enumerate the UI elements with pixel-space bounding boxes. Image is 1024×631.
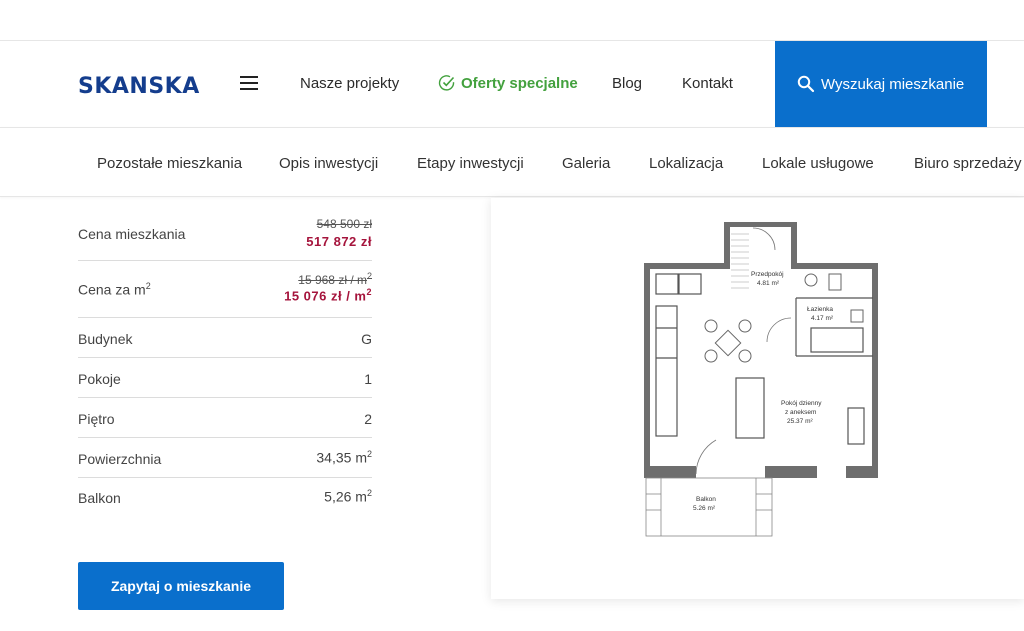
area-row: Powierzchnia 34,35 m2 (78, 438, 372, 478)
nav-blog[interactable]: Blog (612, 75, 642, 92)
apartment-details-table: Cena mieszkania 548 500 zł 517 872 zł Ce… (78, 204, 372, 518)
room-label-hall: Przedpokój (751, 271, 784, 278)
subnav-lokale-uslugowe[interactable]: Lokale usługowe (762, 155, 874, 172)
room-label-balcony: Balkon (696, 496, 716, 503)
price-m2-old: 15 968 zł / m2 (298, 271, 372, 287)
building-row: Budynek G (78, 318, 372, 358)
floorplan-card: Przedpokój 4.81 m² Łazienka 4.17 m² Pokó… (491, 198, 1024, 599)
skanska-logo[interactable]: SKANSKA (78, 74, 200, 99)
rooms-row: Pokoje 1 (78, 358, 372, 398)
ask-about-apartment-button[interactable]: Zapytaj o mieszkanie (78, 562, 284, 610)
nav-kontakt[interactable]: Kontakt (682, 75, 733, 92)
nav-oferty-specjalne[interactable]: Oferty specjalne (461, 75, 578, 92)
room-label-living-2: z aneksem (785, 409, 816, 416)
subnav-galeria[interactable]: Galeria (562, 155, 610, 172)
check-circle-icon (438, 75, 455, 91)
subnav-opis-inwestycji[interactable]: Opis inwestycji (279, 155, 378, 172)
search-apartment-button[interactable]: Wyszukaj mieszkanie (775, 41, 987, 127)
price-m2-label: Cena za m2 (78, 281, 151, 298)
subnav-biuro-sprzedazy[interactable]: Biuro sprzedaży (914, 155, 1022, 172)
floor-label: Piętro (78, 411, 115, 427)
search-icon (797, 75, 815, 93)
price-label: Cena mieszkania (78, 226, 186, 242)
balcony-value: 5,26 m2 (324, 488, 372, 505)
price-m2-row: Cena za m2 15 968 zł / m2 15 076 zł / m2 (78, 261, 372, 318)
main-header: SKANSKA Nasze projekty Oferty specjalne … (0, 41, 1024, 127)
floor-value: 2 (364, 411, 372, 427)
building-label: Budynek (78, 331, 133, 347)
floor-row: Piętro 2 (78, 398, 372, 438)
room-area-living: 25.37 m² (787, 418, 813, 425)
room-label-bathroom: Łazienka (807, 306, 833, 313)
nav-nasze-projekty[interactable]: Nasze projekty (300, 75, 399, 92)
balcony-row: Balkon 5,26 m2 (78, 478, 372, 518)
building-value: G (361, 331, 372, 347)
subnav-lokalizacja[interactable]: Lokalizacja (649, 155, 723, 172)
room-area-hall: 4.81 m² (757, 280, 780, 287)
rooms-value: 1 (364, 371, 372, 387)
floorplan-drawing: Przedpokój 4.81 m² Łazienka 4.17 m² Pokó… (644, 222, 878, 537)
investment-subnav: Pozostałe mieszkania Opis inwestycji Eta… (0, 127, 1024, 197)
room-area-balcony: 5.26 m² (693, 505, 716, 512)
subnav-etapy-inwestycji[interactable]: Etapy inwestycji (417, 155, 524, 172)
room-area-bathroom: 4.17 m² (811, 315, 834, 322)
price-new: 517 872 zł (306, 234, 372, 249)
hamburger-icon[interactable] (240, 76, 258, 90)
subnav-pozostale-mieszkania[interactable]: Pozostałe mieszkania (97, 155, 242, 172)
price-row: Cena mieszkania 548 500 zł 517 872 zł (78, 204, 372, 261)
price-old: 548 500 zł (316, 217, 372, 231)
room-label-living: Pokój dzienny (781, 400, 822, 407)
rooms-label: Pokoje (78, 371, 121, 387)
area-label: Powierzchnia (78, 451, 162, 467)
balcony-label: Balkon (78, 490, 121, 506)
area-value: 34,35 m2 (316, 449, 372, 466)
search-apartment-label: Wyszukaj mieszkanie (821, 75, 965, 93)
price-m2-new: 15 076 zł / m2 (284, 287, 372, 304)
